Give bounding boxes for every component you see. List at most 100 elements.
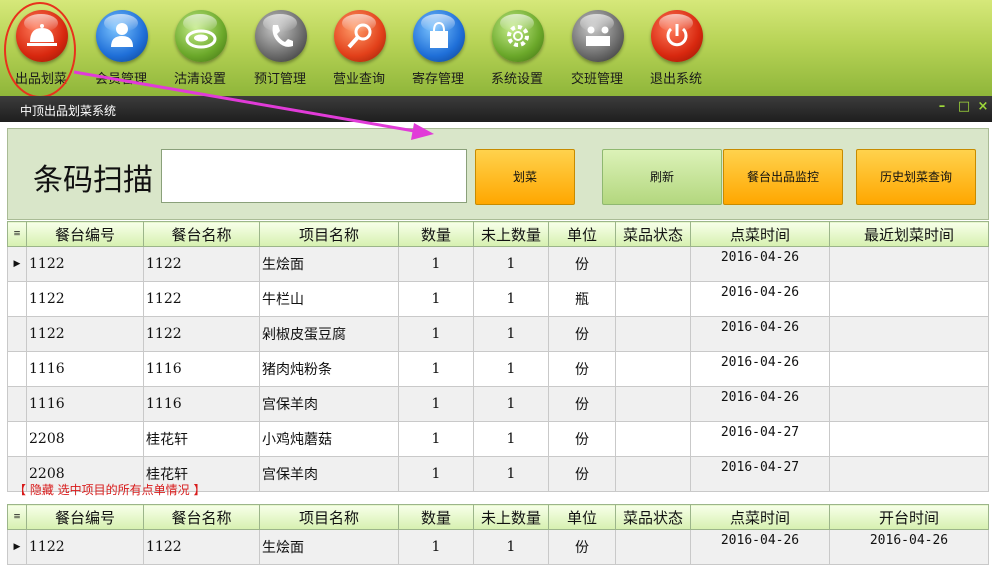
toolbar-shift[interactable]: 交班管理 bbox=[559, 6, 635, 90]
table-row[interactable]: 1116 1116 宫保羊肉 1 1 份 2016-04-26 bbox=[7, 386, 989, 422]
mark-dish-button[interactable]: 划菜 bbox=[475, 149, 575, 205]
table-row[interactable]: 1122 1122 牛栏山 1 1 瓶 2016-04-26 bbox=[7, 281, 989, 317]
table-cell[interactable] bbox=[829, 246, 989, 282]
table-cell[interactable] bbox=[829, 421, 989, 457]
table-cell[interactable]: 1 bbox=[473, 421, 549, 457]
table-cell[interactable]: 生烩面 bbox=[259, 529, 399, 565]
table-cell[interactable]: 1122 bbox=[26, 529, 144, 565]
table-cell[interactable]: 2016-04-27 bbox=[690, 456, 830, 492]
table-cell[interactable]: 1 bbox=[473, 281, 549, 317]
table-cell[interactable]: 1 bbox=[398, 246, 474, 282]
table-cell[interactable]: 1 bbox=[398, 421, 474, 457]
table-cell[interactable]: 1116 bbox=[143, 351, 260, 387]
table-row[interactable]: ▶ 1122 1122 生烩面 1 1 份 2016-04-26 bbox=[7, 246, 989, 282]
table-cell[interactable]: 瓶 bbox=[548, 281, 616, 317]
table-cell[interactable] bbox=[829, 456, 989, 492]
column-header[interactable]: 餐台编号 bbox=[26, 504, 144, 530]
table-cell[interactable] bbox=[615, 529, 691, 565]
table-cell[interactable]: 1 bbox=[398, 316, 474, 352]
row-indicator[interactable] bbox=[7, 281, 27, 317]
column-header[interactable]: 单位 bbox=[548, 504, 616, 530]
table-cell[interactable] bbox=[829, 351, 989, 387]
table-row[interactable]: 1116 1116 猪肉炖粉条 1 1 份 2016-04-26 bbox=[7, 351, 989, 387]
toolbar-settings[interactable]: 系统设置 bbox=[479, 6, 555, 90]
column-header[interactable]: 未上数量 bbox=[473, 221, 549, 247]
table-cell[interactable]: 1 bbox=[473, 316, 549, 352]
table-cell[interactable]: 1122 bbox=[143, 246, 260, 282]
table-cell[interactable]: 2016-04-27 bbox=[690, 421, 830, 457]
column-header[interactable]: 餐台编号 bbox=[26, 221, 144, 247]
current-row-indicator-icon[interactable]: ▶ bbox=[7, 246, 27, 282]
table-cell[interactable]: 生烩面 bbox=[259, 246, 399, 282]
table-cell[interactable]: 份 bbox=[548, 386, 616, 422]
barcode-input[interactable] bbox=[161, 149, 467, 203]
column-header[interactable]: 开台时间 bbox=[829, 504, 989, 530]
table-cell[interactable]: 1122 bbox=[26, 246, 144, 282]
table-cell[interactable]: 1 bbox=[398, 351, 474, 387]
toolbar-booking[interactable]: 预订管理 bbox=[242, 6, 318, 90]
column-header[interactable]: 单位 bbox=[548, 221, 616, 247]
table-cell[interactable] bbox=[829, 386, 989, 422]
column-header[interactable]: 菜品状态 bbox=[615, 221, 691, 247]
row-indicator[interactable] bbox=[7, 421, 27, 457]
toolbar-exit[interactable]: 退出系统 bbox=[638, 6, 714, 90]
table-cell[interactable]: 2208 bbox=[26, 421, 144, 457]
table-cell[interactable]: 2016-04-26 bbox=[690, 386, 830, 422]
column-header[interactable]: 项目名称 bbox=[259, 221, 399, 247]
table-cell[interactable]: 份 bbox=[548, 316, 616, 352]
list-icon[interactable]: ≡ bbox=[7, 504, 27, 530]
row-indicator[interactable] bbox=[7, 316, 27, 352]
table-cell[interactable] bbox=[615, 246, 691, 282]
table-cell[interactable]: 份 bbox=[548, 246, 616, 282]
table-cell[interactable] bbox=[615, 316, 691, 352]
table-cell[interactable]: 桂花轩 bbox=[143, 421, 260, 457]
table-cell[interactable]: 1122 bbox=[26, 281, 144, 317]
table-cell[interactable]: 2016-04-26 bbox=[690, 316, 830, 352]
table-cell[interactable]: 小鸡炖蘑菇 bbox=[259, 421, 399, 457]
table-cell[interactable]: 2016-04-26 bbox=[690, 529, 830, 565]
table-cell[interactable]: 1 bbox=[473, 529, 549, 565]
table-cell[interactable]: 1116 bbox=[26, 386, 144, 422]
row-indicator[interactable] bbox=[7, 351, 27, 387]
column-header[interactable]: 菜品状态 bbox=[615, 504, 691, 530]
table-cell[interactable] bbox=[615, 456, 691, 492]
table-cell[interactable]: 2016-04-26 bbox=[690, 246, 830, 282]
table-cell[interactable]: 1 bbox=[398, 281, 474, 317]
table-row[interactable]: 1122 1122 剁椒皮蛋豆腐 1 1 份 2016-04-26 bbox=[7, 316, 989, 352]
table-cell[interactable] bbox=[829, 316, 989, 352]
table-cell[interactable]: 1122 bbox=[143, 529, 260, 565]
toolbar-member[interactable]: 会员管理 bbox=[83, 6, 159, 90]
detail-row[interactable]: ▶ 1122 1122 生烩面 1 1 份 2016-04-26 2016-04-26 bbox=[7, 529, 989, 565]
maximize-button[interactable]: □ bbox=[956, 99, 972, 117]
table-cell[interactable]: 1 bbox=[398, 456, 474, 492]
table-cell[interactable]: 1122 bbox=[26, 316, 144, 352]
table-cell[interactable]: 剁椒皮蛋豆腐 bbox=[259, 316, 399, 352]
column-header[interactable]: 最近划菜时间 bbox=[829, 221, 989, 247]
minimize-button[interactable]: – bbox=[934, 99, 950, 117]
table-cell[interactable]: 份 bbox=[548, 351, 616, 387]
close-button[interactable]: × bbox=[975, 99, 991, 117]
column-header[interactable]: 数量 bbox=[398, 504, 474, 530]
column-header[interactable]: 点菜时间 bbox=[690, 221, 830, 247]
table-row[interactable]: 2208 桂花轩 小鸡炖蘑菇 1 1 份 2016-04-27 bbox=[7, 421, 989, 457]
table-cell[interactable] bbox=[615, 386, 691, 422]
column-header[interactable]: 项目名称 bbox=[259, 504, 399, 530]
table-cell[interactable]: 1122 bbox=[143, 316, 260, 352]
table-cell[interactable]: 2016-04-26 bbox=[690, 281, 830, 317]
toolbar-query[interactable]: 营业查询 bbox=[321, 6, 397, 90]
table-cell[interactable]: 1 bbox=[473, 246, 549, 282]
toolbar-storage[interactable]: 寄存管理 bbox=[400, 6, 476, 90]
table-cell[interactable]: 份 bbox=[548, 456, 616, 492]
list-icon[interactable]: ≡ bbox=[7, 221, 27, 247]
table-cell[interactable]: 牛栏山 bbox=[259, 281, 399, 317]
history-query-button[interactable]: 历史划菜查询 bbox=[856, 149, 976, 205]
refresh-button[interactable]: 刷新 bbox=[602, 149, 722, 205]
row-indicator[interactable] bbox=[7, 386, 27, 422]
table-cell[interactable]: 1116 bbox=[26, 351, 144, 387]
table-cell[interactable]: 1 bbox=[473, 386, 549, 422]
table-cell[interactable]: 份 bbox=[548, 529, 616, 565]
table-cell[interactable]: 猪肉炖粉条 bbox=[259, 351, 399, 387]
table-cell[interactable] bbox=[615, 281, 691, 317]
column-header[interactable]: 餐台名称 bbox=[143, 221, 260, 247]
table-cell[interactable]: 宫保羊肉 bbox=[259, 386, 399, 422]
